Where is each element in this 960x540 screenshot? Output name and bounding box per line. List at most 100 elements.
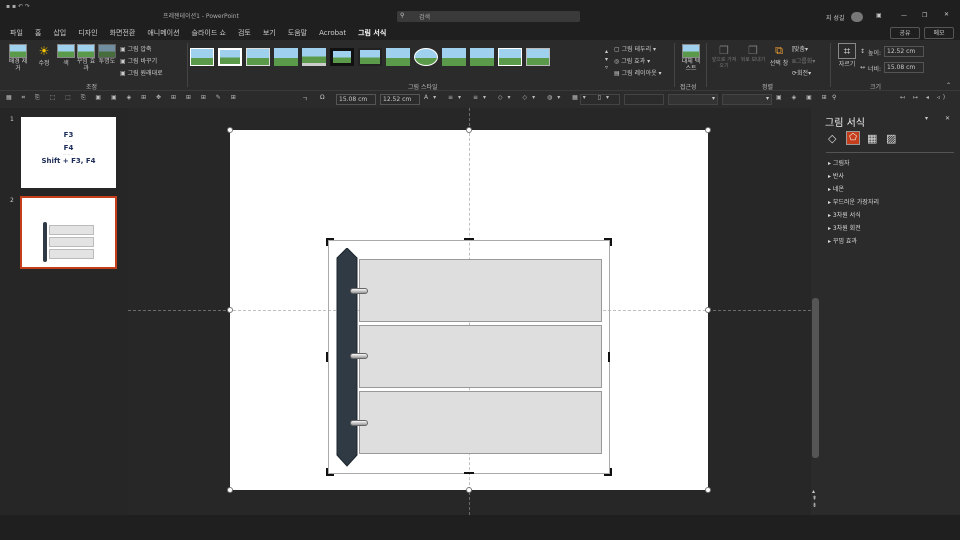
pane-item-glow[interactable]: ▸ 네온 bbox=[828, 184, 960, 193]
color-button[interactable]: 색 bbox=[56, 44, 76, 67]
crop-button[interactable]: ⌗ 자르기 bbox=[836, 43, 858, 68]
tab-insert[interactable]: 삽입 bbox=[47, 26, 72, 40]
tab-view[interactable]: 보기 bbox=[257, 26, 282, 40]
picture-effects-button[interactable]: ◎ 그림 효과 ▾ bbox=[614, 56, 650, 65]
toolbar-empty-field[interactable] bbox=[580, 94, 620, 105]
picture-border-button[interactable]: ▢ 그림 테두리 ▾ bbox=[614, 44, 656, 53]
toolbar-icons-right[interactable]: ▣ ◈ ▣ ⊞ bbox=[776, 94, 831, 101]
symbol-icon[interactable]: Ω bbox=[320, 94, 325, 101]
remove-background-button[interactable]: 배경 제거 bbox=[8, 44, 28, 72]
scroll-arrows-icon[interactable]: ▴ ⇞ ⇟ bbox=[812, 488, 817, 509]
style-thumb[interactable] bbox=[470, 48, 494, 66]
tab-review[interactable]: 검토 bbox=[232, 26, 257, 40]
style-thumb[interactable] bbox=[274, 48, 298, 66]
toolbar-icons-left[interactable]: ▦ ⌗ ⎘ ⬚ ⬚ ⎘ ▣ ▣ ◈ ⊞ ✥ ⊞ ⊞ ⊞ ✎ ⊞ bbox=[6, 94, 240, 102]
style-thumb[interactable] bbox=[498, 48, 522, 66]
memo-button[interactable]: 메모 bbox=[924, 27, 954, 39]
style-thumb[interactable] bbox=[414, 48, 438, 66]
font-size-icon[interactable]: ㄱ bbox=[302, 94, 308, 103]
picture-layout-button[interactable]: ▤ 그림 레이아웃 ▾ bbox=[614, 68, 662, 77]
slide-resize-handle[interactable] bbox=[466, 127, 472, 133]
picture-styles-gallery[interactable] bbox=[190, 48, 604, 70]
compress-pictures-button[interactable]: ▣ 그림 압축 bbox=[120, 44, 152, 53]
crop-handle[interactable] bbox=[464, 238, 474, 240]
pane-item-shadow[interactable]: ▸ 그림자 bbox=[828, 158, 960, 167]
zoom-search-icon[interactable]: ⚲ bbox=[832, 94, 836, 101]
crop-handle[interactable] bbox=[608, 352, 610, 362]
scrollbar-thumb[interactable] bbox=[812, 298, 819, 458]
corrections-button[interactable]: ☀ 수정 bbox=[34, 44, 54, 67]
tab-home[interactable]: 홈 bbox=[29, 26, 47, 40]
style-thumb[interactable] bbox=[218, 48, 242, 66]
tab-slideshow[interactable]: 슬라이드 쇼 bbox=[186, 26, 232, 40]
crop-handle[interactable] bbox=[326, 352, 328, 362]
effects-tab-icon[interactable]: ⬠ bbox=[846, 131, 860, 145]
height-field[interactable]: 12.52 cm bbox=[884, 46, 924, 57]
style-thumb[interactable] bbox=[526, 48, 550, 66]
slide-resize-handle[interactable] bbox=[227, 307, 233, 313]
picture-tab-icon[interactable]: ▨ bbox=[886, 132, 896, 145]
size-properties-icon[interactable]: ▦ bbox=[867, 132, 877, 145]
slide-resize-handle[interactable] bbox=[705, 307, 711, 313]
toolbar-dropdown[interactable]: ▾ bbox=[668, 94, 718, 105]
slide-resize-handle[interactable] bbox=[227, 487, 233, 493]
change-picture-button[interactable]: ▣ 그림 바꾸기 bbox=[120, 56, 157, 65]
toolbar-height-field[interactable]: 12.52 cm bbox=[380, 94, 420, 105]
vertical-scrollbar[interactable]: ▴ ⇞ ⇟ bbox=[811, 108, 820, 515]
tab-design[interactable]: 디자인 bbox=[72, 26, 103, 40]
pane-options-icon[interactable]: ▾ bbox=[925, 115, 928, 122]
pane-close-icon[interactable]: ✕ bbox=[945, 115, 950, 122]
slide-resize-handle[interactable] bbox=[705, 487, 711, 493]
reset-picture-button[interactable]: ▣ 그림 원래대로 bbox=[120, 68, 163, 77]
group-button[interactable]: ⧈그룹화▾ bbox=[792, 56, 815, 66]
quick-access-toolbar[interactable]: ▪ ▪ ↶ ↷ bbox=[6, 3, 30, 10]
alt-text-button[interactable]: 대체 텍스트 bbox=[680, 44, 702, 72]
pane-item-3d-format[interactable]: ▸ 3차원 서식 bbox=[828, 210, 960, 219]
collapse-ribbon-icon[interactable]: ⌃ bbox=[946, 82, 951, 89]
avatar[interactable] bbox=[851, 12, 863, 22]
width-field[interactable]: 15.08 cm bbox=[884, 62, 924, 73]
style-thumb[interactable] bbox=[302, 48, 326, 66]
pane-item-3d-rotation[interactable]: ▸ 3차원 회전 bbox=[828, 223, 960, 232]
send-backward-button[interactable]: ❐ 뒤로 보내기 bbox=[740, 44, 766, 63]
fill-line-icon[interactable]: ◇ bbox=[828, 132, 836, 145]
style-thumb[interactable] bbox=[190, 48, 214, 66]
style-thumb[interactable] bbox=[442, 48, 466, 66]
crop-handle[interactable] bbox=[604, 468, 612, 476]
slide-resize-handle[interactable] bbox=[705, 127, 711, 133]
maximize-icon[interactable]: ❐ bbox=[922, 12, 927, 19]
toolbar-empty-field[interactable] bbox=[624, 94, 664, 105]
toolbar-dropdown[interactable]: ▾ bbox=[722, 94, 772, 105]
toolbar-icons-far[interactable]: ↤ ↦ ◂ ◃) bbox=[900, 94, 948, 101]
minimize-icon[interactable]: — bbox=[901, 12, 907, 19]
transparency-button[interactable]: 투명도 bbox=[97, 44, 117, 65]
close-icon[interactable]: ✕ bbox=[944, 11, 949, 18]
tab-acrobat[interactable]: Acrobat bbox=[313, 26, 352, 40]
ribbon-display-icon[interactable]: ▣ bbox=[876, 12, 882, 19]
user-name[interactable]: 지 성길 bbox=[826, 13, 844, 22]
tab-file[interactable]: 파일 bbox=[4, 26, 29, 40]
crop-handle[interactable] bbox=[604, 238, 612, 246]
toolbar-width-field[interactable]: 15.08 cm bbox=[336, 94, 376, 105]
slide-resize-handle[interactable] bbox=[466, 487, 472, 493]
crop-handle[interactable] bbox=[326, 238, 334, 246]
style-thumb[interactable] bbox=[330, 48, 354, 66]
crop-handle[interactable] bbox=[326, 468, 334, 476]
tab-transitions[interactable]: 화면전환 bbox=[104, 26, 142, 40]
share-button[interactable]: 공유 bbox=[890, 27, 920, 39]
pane-item-artistic-effects[interactable]: ▸ 꾸밈 효과 bbox=[828, 236, 960, 245]
tab-animations[interactable]: 애니메이션 bbox=[141, 26, 185, 40]
style-thumb[interactable] bbox=[358, 48, 382, 66]
pane-item-reflection[interactable]: ▸ 반사 bbox=[828, 171, 960, 180]
style-thumb[interactable] bbox=[386, 48, 410, 66]
crop-handle[interactable] bbox=[464, 472, 474, 474]
slide-thumb-2[interactable] bbox=[20, 196, 117, 269]
align-button[interactable]: ⫿맞춤▾ bbox=[792, 44, 808, 54]
bring-forward-button[interactable]: ❐ 앞으로 가져오기 bbox=[710, 44, 738, 69]
gallery-scroll[interactable]: ▴ ▾ ▿ bbox=[605, 48, 608, 72]
artistic-effects-button[interactable]: 꾸밈 효과 bbox=[76, 44, 96, 72]
slide-thumb-1[interactable]: F3 — — F4 — — — Shift + F3, F4 bbox=[21, 117, 116, 188]
selection-pane-button[interactable]: ⧉ 선택 창 bbox=[768, 44, 790, 67]
rotate-button[interactable]: ⟳회전▾ bbox=[792, 68, 811, 77]
style-thumb[interactable] bbox=[246, 48, 270, 66]
